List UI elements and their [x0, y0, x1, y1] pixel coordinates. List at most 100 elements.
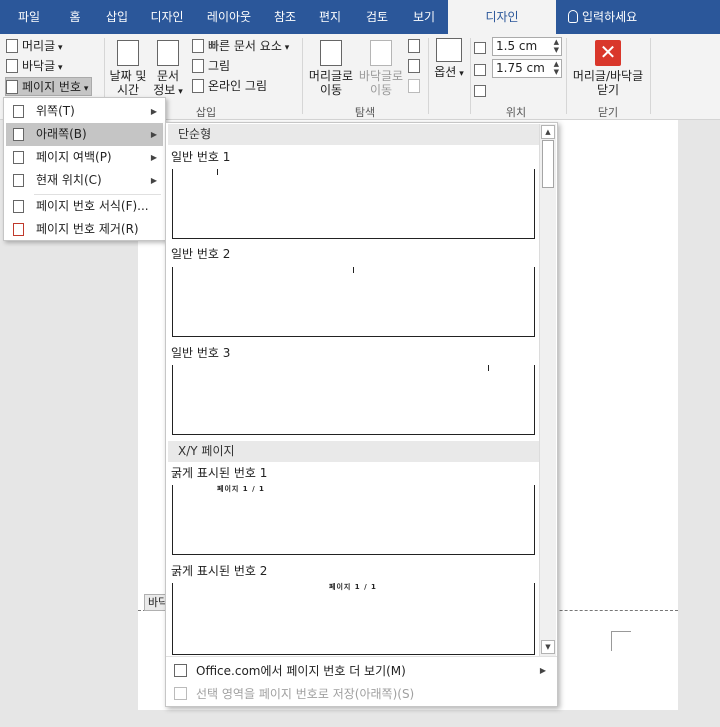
page-number-label: 페이지 번호 — [22, 80, 88, 94]
bottom-of-page-icon — [13, 128, 24, 141]
page-x-of-y-text: 페이지 1 / 1 — [329, 583, 377, 591]
gallery-item-plain-number-3[interactable] — [172, 365, 535, 435]
tab-header-footer-design[interactable]: 디자인 — [448, 0, 556, 34]
tab-insert[interactable]: 삽입 — [96, 0, 138, 34]
submenu-arrow-icon: ▶ — [539, 666, 546, 675]
gallery-section-header: 단순형 — [168, 124, 541, 145]
tab-mailings[interactable]: 편지 — [308, 0, 352, 34]
quick-parts-button[interactable]: 빠른 문서 요소 — [192, 37, 289, 56]
gallery-item-title: 일반 번호 2 — [171, 247, 231, 261]
spinner-arrows-icon[interactable]: ▲ ▼ — [554, 60, 559, 76]
options-button[interactable]: 옵션 — [432, 38, 466, 81]
menu-item-page-margins[interactable]: 페이지 여백(P) ▶ — [6, 146, 163, 169]
document-info-icon — [157, 40, 179, 66]
gallery-item-bold-numbers-2[interactable]: 페이지 1 / 1 — [172, 583, 535, 655]
navigation-group-label: 탐색 — [354, 106, 376, 119]
group-separator — [650, 38, 651, 114]
submenu-arrow-icon: ▶ — [150, 107, 157, 116]
previous-section-button[interactable] — [408, 37, 424, 56]
gallery-scrollbar[interactable]: ▲ ▼ — [539, 124, 556, 656]
align-tab-button[interactable] — [474, 81, 490, 100]
previous-icon — [408, 39, 420, 53]
goto-footer-button[interactable]: 바닥글로 이동 — [356, 40, 406, 97]
menu-item-label: 위쪽(T) — [36, 104, 75, 118]
menu-item-bottom-of-page[interactable]: 아래쪽(B) ▶ — [6, 123, 163, 146]
gallery-item-bold-numbers-1[interactable]: 페이지 1 / 1 — [172, 485, 535, 555]
goto-footer-icon — [370, 40, 392, 66]
link-to-previous-button[interactable] — [408, 77, 424, 96]
close-header-footer-button[interactable]: ✕ 머리글/바닥글 닫기 — [568, 40, 648, 97]
tab-references[interactable]: 참조 — [264, 0, 306, 34]
document-info-button[interactable]: 문서 정보 — [150, 40, 186, 99]
scroll-up-icon[interactable]: ▲ — [541, 125, 555, 139]
footer-position-value: 1.75 cm — [496, 61, 545, 75]
menu-item-label: 현재 위치(C) — [36, 173, 102, 187]
online-picture-icon — [192, 79, 204, 93]
tab-file[interactable]: 파일 — [4, 0, 54, 34]
gallery-item-title: 굵게 표시된 번호 2 — [171, 564, 268, 578]
tab-home[interactable]: 홈 — [56, 0, 94, 34]
goto-footer-label: 바닥글로 이동 — [358, 69, 404, 97]
gallery-item-plain-number-1[interactable] — [172, 169, 535, 239]
menu-item-current-position[interactable]: 현재 위치(C) ▶ — [6, 169, 163, 192]
submenu-arrow-icon: ▶ — [150, 130, 157, 139]
menu-item-top-of-page[interactable]: 위쪽(T) ▶ — [6, 100, 163, 123]
next-section-button[interactable] — [408, 57, 424, 76]
tab-review[interactable]: 검토 — [354, 0, 400, 34]
tab-layout[interactable]: 레이아웃 — [196, 0, 262, 34]
options-icon — [436, 38, 462, 62]
menu-item-label: 페이지 여백(P) — [36, 150, 112, 164]
page-x-of-y-text: 페이지 1 / 1 — [217, 485, 265, 493]
online-picture-button[interactable]: 온라인 그림 — [192, 77, 267, 96]
header-button[interactable]: 머리글 — [6, 37, 63, 56]
header-position-icon — [474, 42, 486, 54]
link-icon — [408, 79, 420, 93]
footer-position-icon — [474, 64, 486, 76]
margin-corner-mark — [611, 631, 631, 651]
save-selection-button[interactable]: 선택 영역을 페이지 번호로 저장(아래쪽)(S) — [172, 683, 552, 705]
scrollbar-thumb[interactable] — [542, 140, 554, 188]
calendar-icon — [117, 40, 139, 66]
save-selection-icon — [174, 687, 187, 700]
gallery-footer: Office.com에서 페이지 번호 더 보기(M) ▶ 선택 영역을 페이지… — [166, 656, 557, 706]
more-page-numbers-label: Office.com에서 페이지 번호 더 보기(M) — [196, 664, 406, 678]
tab-design[interactable]: 디자인 — [140, 0, 194, 34]
gallery-item-plain-number-2[interactable] — [172, 267, 535, 337]
footer-icon — [6, 59, 18, 73]
date-time-button[interactable]: 날짜 및 시간 — [108, 40, 148, 97]
align-tab-icon — [474, 85, 486, 97]
group-separator — [428, 38, 429, 114]
page-number-mark — [353, 267, 354, 273]
scroll-down-icon[interactable]: ▼ — [541, 640, 555, 654]
gallery-section-header: X/Y 페이지 — [168, 441, 541, 462]
group-separator — [302, 38, 303, 114]
quick-parts-icon — [192, 39, 204, 53]
page-number-button[interactable]: 페이지 번호 — [5, 77, 93, 96]
format-page-numbers-icon — [13, 200, 24, 213]
spinner-arrows-icon[interactable]: ▲ ▼ — [554, 38, 559, 54]
footer-button[interactable]: 바닥글 — [6, 57, 63, 76]
footer-position-icon-wrap — [474, 60, 490, 79]
menu-item-label: 아래쪽(B) — [36, 127, 87, 141]
page-number-icon — [6, 80, 18, 94]
tab-view[interactable]: 보기 — [402, 0, 446, 34]
footer-position-spinner[interactable]: 1.75 cm ▲ ▼ — [492, 59, 562, 78]
lightbulb-icon — [568, 10, 578, 23]
goto-header-button[interactable]: 머리글로 이동 — [306, 40, 356, 97]
gallery-item-title: 일반 번호 1 — [171, 150, 231, 164]
more-page-numbers-office-button[interactable]: Office.com에서 페이지 번호 더 보기(M) ▶ — [172, 660, 552, 682]
options-label: 옵션 — [434, 65, 463, 79]
menu-item-format-page-numbers[interactable]: 페이지 번호 서식(F)... — [6, 195, 163, 218]
picture-label: 그림 — [208, 59, 231, 73]
top-of-page-icon — [13, 105, 24, 118]
tell-me-search[interactable]: 입력하세요 — [568, 0, 637, 34]
menu-item-remove-page-numbers[interactable]: 페이지 번호 제거(R) — [6, 218, 163, 241]
close-icon: ✕ — [595, 40, 621, 66]
picture-button[interactable]: 그림 — [192, 57, 230, 76]
gallery-item-title: 일반 번호 3 — [171, 346, 231, 360]
close-header-footer-label: 머리글/바닥글 닫기 — [572, 69, 644, 97]
header-position-spinner[interactable]: 1.5 cm ▲ ▼ — [492, 37, 562, 56]
group-separator — [566, 38, 567, 114]
page-number-menu: 위쪽(T) ▶ 아래쪽(B) ▶ 페이지 여백(P) ▶ 현재 위치(C) ▶ … — [3, 97, 166, 241]
gallery-item-title: 굵게 표시된 번호 1 — [171, 466, 268, 480]
